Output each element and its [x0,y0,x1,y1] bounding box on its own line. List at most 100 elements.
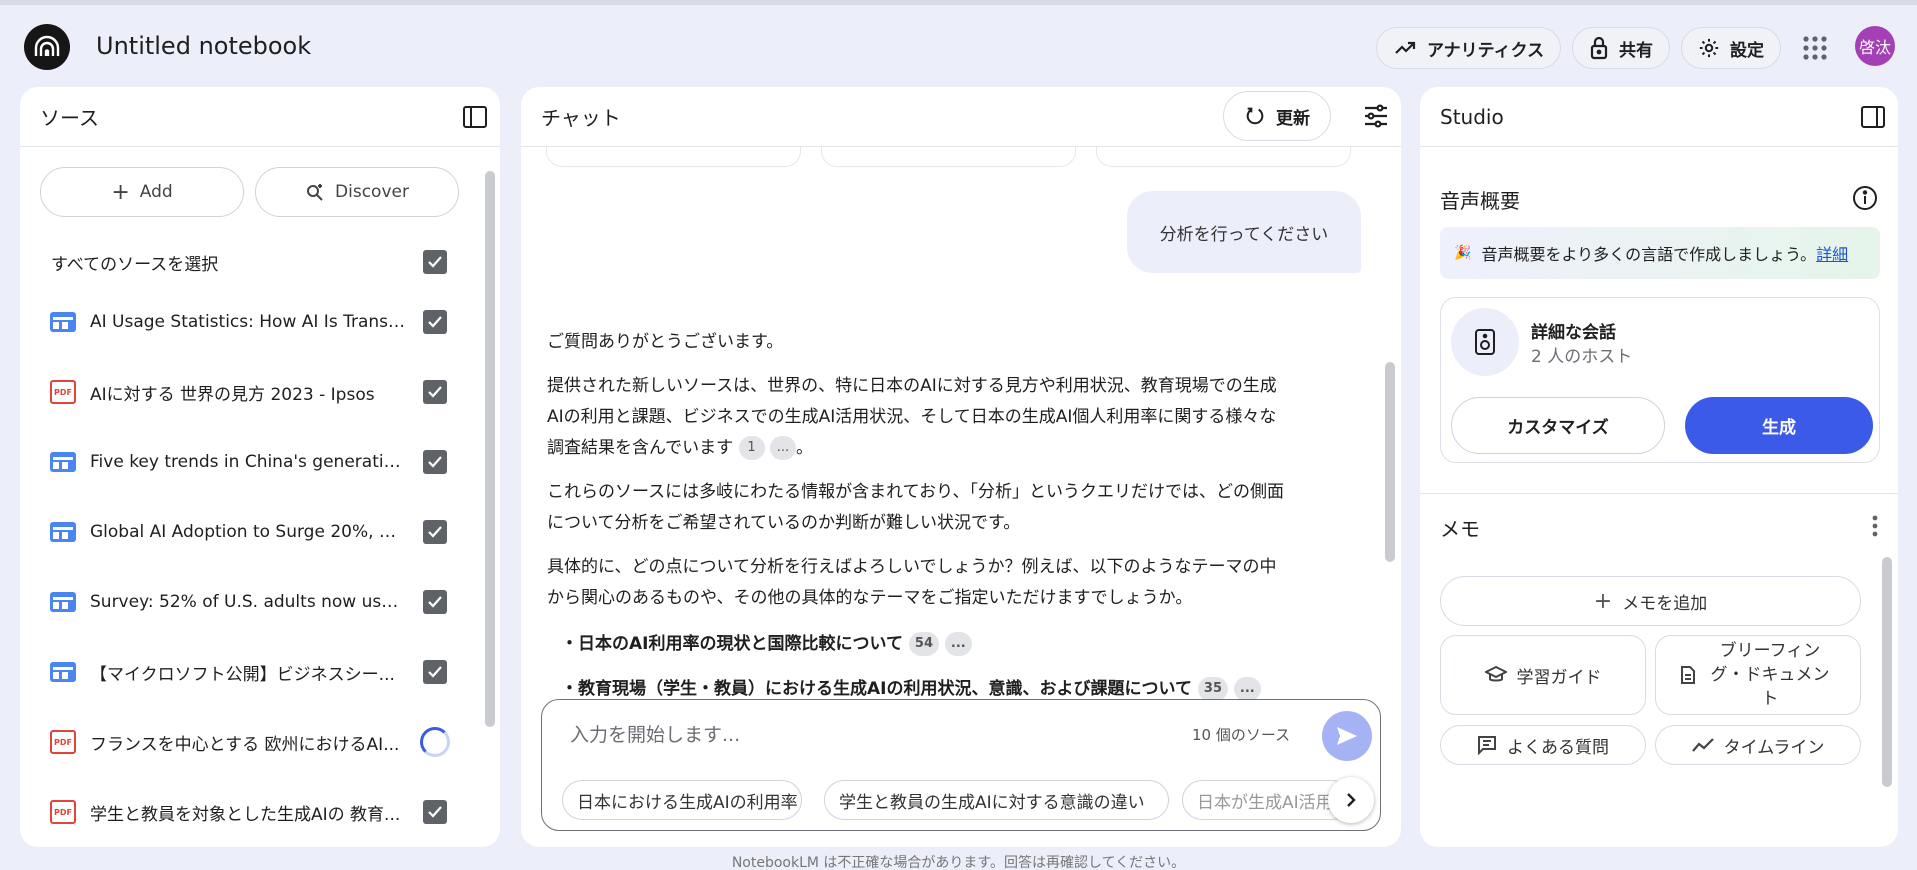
discover-search-icon [307,184,323,201]
study-guide-label: 学習ガイド [1516,667,1602,688]
citation-more-chip[interactable]: ... [1233,677,1261,701]
suggestion-chip[interactable]: 学生と教員の生成AIに対する意識の違い [824,780,1169,820]
document-icon [1681,666,1695,684]
source-title: 学生と教員を対象とした生成AIの 教育... [90,804,401,825]
tune-settings-icon[interactable] [1363,103,1389,129]
web-source-icon [50,662,76,682]
source-checkbox[interactable] [423,660,447,684]
source-item[interactable]: Global AI Adoption to Surge 20%, Exce... [50,517,410,547]
web-source-icon [50,312,76,332]
prior-chip [546,147,801,167]
plus-icon: + [1593,588,1613,614]
trending-up-icon [1395,41,1416,54]
disclaimer-footer: NotebookLM は不正確な場合があります。回答は再確認してください。 [731,855,1186,870]
chat-input[interactable]: 入力を開始します... [570,720,740,747]
citation-chip[interactable]: 35 [1197,677,1228,701]
send-button[interactable] [1322,711,1372,761]
source-title: AI Usage Statistics: How AI Is Transfor.… [90,312,406,332]
faq-button[interactable]: よくある質問 [1440,725,1646,765]
next-suggestions-button[interactable] [1328,777,1374,823]
collapse-panel-icon[interactable] [462,105,488,129]
add-label: Add [139,182,173,202]
info-icon[interactable] [1852,185,1878,211]
notebooklm-logo-icon[interactable] [24,24,70,70]
source-checkbox[interactable] [423,310,447,334]
source-checkbox[interactable] [423,800,447,824]
refresh-label: 更新 [1276,108,1310,129]
suggestion-chip[interactable]: 日本が生成AI活用 [1182,780,1352,820]
response-paragraph: これらのソースには多岐にわたる情報が含まれており、「分析」というクエリだけでは、… [547,482,1284,533]
collapse-panel-icon[interactable] [1860,105,1886,129]
banner-text: 音声概要をより多くの言語で作成しましょう。詳細 [1481,245,1849,264]
briefing-doc-button[interactable]: ブリーフィング・ドキュメント [1655,635,1861,715]
analytics-label: アナリティクス [1427,40,1545,61]
source-item[interactable]: PDF AIに対する 世界の見方 2023 - Ipsos [50,377,410,407]
sources-title: ソース [40,106,99,130]
chat-panel: チャット 更新 分析を行ってください ご質問ありがとうございます。 提供された新… [521,87,1401,847]
share-button[interactable]: 共有 [1572,27,1670,69]
banner-details-link[interactable]: 詳細 [1816,245,1848,264]
graduation-cap-icon [1484,666,1507,682]
apps-grid-icon[interactable] [1802,35,1828,61]
sources-scrollbar[interactable] [485,171,495,727]
chat-scrollbar[interactable] [1385,362,1395,562]
sources-panel: ソース + Add Discover すべてのソースを選択 AI Usage S… [20,87,500,847]
section-divider [1420,493,1898,494]
user-message-bubble: 分析を行ってください [1127,191,1361,273]
add-source-button[interactable]: + Add [40,167,244,217]
faq-label: よくある質問 [1507,737,1609,758]
citation-more-chip[interactable]: ... [944,632,972,656]
add-memo-label: メモを追加 [1622,593,1708,614]
source-checkbox[interactable] [423,590,447,614]
settings-label: 設定 [1730,40,1764,61]
avatar[interactable]: 啓汰 [1855,26,1895,66]
card-title: 詳細な会話 [1531,323,1616,343]
source-title: 【マイクロソフト公開】ビジネスシー... [90,664,395,685]
refresh-button[interactable]: 更新 [1223,91,1331,141]
source-item[interactable]: Survey: 52% of U.S. adults now use AI l.… [50,587,410,617]
source-item[interactable]: Five key trends in China's generative A.… [50,447,410,477]
response-bullet: ・日本のAI利用率の現状と国際比較について 54 ... [561,629,972,656]
studio-scrollbar[interactable] [1882,557,1892,787]
source-item[interactable]: AI Usage Statistics: How AI Is Transfor.… [50,307,410,337]
timeline-button[interactable]: タイムライン [1655,725,1861,765]
gear-icon [1699,38,1719,58]
loading-spinner-icon [420,727,450,757]
bullet-text: ・教育現場（学生・教員）における生成AIの利用状況、意識、および課題について [561,679,1192,699]
source-item[interactable]: 【マイクロソフト公開】ビジネスシー... [50,657,410,687]
study-guide-button[interactable]: 学習ガイド [1440,635,1646,715]
citation-chip[interactable]: 54 [908,632,939,656]
discover-button[interactable]: Discover [255,167,459,217]
source-item[interactable]: PDF 学生と教員を対象とした生成AIの 教育... [50,797,410,827]
source-checkbox[interactable] [423,520,447,544]
studio-panel: Studio 音声概要 🎉 音声概要をより多くの言語で作成しましょう。詳細 詳細… [1420,87,1898,847]
source-title: AIに対する 世界の見方 2023 - Ipsos [90,384,375,405]
citation-chip[interactable]: 1 [738,436,765,460]
add-memo-button[interactable]: + メモを追加 [1440,576,1861,626]
more-vert-icon[interactable] [1872,515,1878,537]
timeline-label: タイムライン [1723,737,1825,758]
settings-button[interactable]: 設定 [1681,27,1781,69]
audio-overview-title: 音声概要 [1440,189,1520,213]
paragraph-end: 。 [795,438,813,458]
citation-more-chip[interactable]: ... [769,436,796,460]
card-subtitle: 2 人のホスト [1531,347,1633,367]
pdf-source-icon: PDF [50,730,76,754]
source-checkbox[interactable] [423,450,447,474]
generate-button[interactable]: 生成 [1685,397,1873,454]
chat-input-box[interactable]: 入力を開始します... 10 個のソース 日本における生成AIの利用率 学生と教… [541,699,1381,831]
suggestion-chip[interactable]: 日本における生成AIの利用率 [562,780,802,820]
refresh-icon [1246,107,1264,125]
source-checkbox[interactable] [423,380,447,404]
discover-label: Discover [335,182,409,202]
select-all-checkbox[interactable] [423,250,447,274]
pdf-source-icon: PDF [50,800,76,824]
notebook-title[interactable]: Untitled notebook [96,32,311,60]
send-icon [1337,727,1357,745]
audio-overview-card: 詳細な会話 2 人のホスト カスタマイズ 生成 [1440,297,1880,463]
analytics-button[interactable]: アナリティクス [1376,27,1562,69]
source-title: Five key trends in China's generative A.… [90,452,406,472]
customize-button[interactable]: カスタマイズ [1451,397,1665,454]
pdf-source-icon: PDF [50,380,76,404]
source-item[interactable]: PDF フランスを中心とする 欧州におけるAI... [50,727,410,757]
